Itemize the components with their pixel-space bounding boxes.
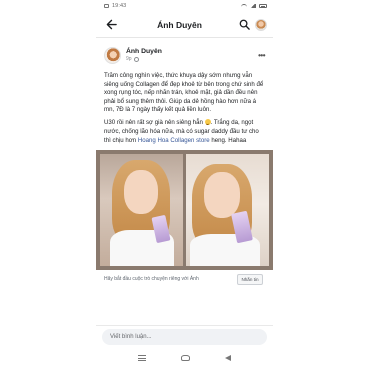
menu-icon[interactable] <box>137 355 146 361</box>
face-left <box>124 169 158 214</box>
search-icon[interactable] <box>237 18 251 32</box>
face-right <box>204 171 240 218</box>
signal-icon <box>250 4 256 8</box>
page-title: Ánh Duyên <box>157 19 202 30</box>
post-photo[interactable] <box>96 149 273 270</box>
status-right <box>241 4 267 8</box>
system-nav-bar <box>96 350 273 366</box>
post-time[interactable]: 9p <box>126 56 132 62</box>
post-paragraph-1: Trăm công nghìn việc, thức khuya dậy sớm… <box>104 72 264 114</box>
status-left: 19:43 <box>104 3 126 9</box>
post-paragraph-2-end: heng. Hahaa <box>209 136 247 144</box>
comment-bar: Viết bình luận... <box>96 325 273 347</box>
back-arrow-icon[interactable] <box>104 18 118 32</box>
back-icon[interactable] <box>225 355 232 361</box>
post-header: Ánh Duyên 9p ••• <box>104 44 265 66</box>
author-meta: Ánh Duyên 9p <box>126 48 258 62</box>
battery-icon <box>259 4 267 8</box>
post-text: Trăm công nghìn việc, thức khuya dậy sớm… <box>104 72 265 145</box>
status-time: 19:43 <box>112 3 127 9</box>
post-time-row: 9p <box>126 56 258 62</box>
message-cta: Hãy bắt đầu cuộc trò chuyện riêng với Án… <box>104 273 265 285</box>
photo-left <box>100 153 183 266</box>
cta-text: Hãy bắt đầu cuộc trò chuyện riêng với Án… <box>104 276 199 283</box>
author-avatar[interactable] <box>104 46 121 64</box>
send-message-button[interactable]: Nhắn tin <box>237 273 263 285</box>
photo-right <box>186 153 269 266</box>
globe-icon <box>133 56 139 62</box>
home-icon[interactable] <box>180 355 190 361</box>
phone-screen: 19:43 Ánh Duyên Ánh Duyên 9p ••• Trăm cô… <box>96 0 273 369</box>
wifi-icon <box>241 4 247 8</box>
status-bar: 19:43 <box>96 0 273 12</box>
author-name[interactable]: Ánh Duyên <box>126 48 258 55</box>
profile-avatar[interactable] <box>255 18 267 31</box>
page-link[interactable]: Hoang Hoa Collagen store <box>138 137 210 144</box>
app-header: Ánh Duyên <box>96 12 273 38</box>
comment-input[interactable]: Viết bình luận... <box>102 328 267 345</box>
more-options-icon[interactable]: ••• <box>258 51 265 60</box>
post-paragraph-2: U30 rồi nên rất sợ già nên siêng hẳn . T… <box>104 119 265 145</box>
notification-icon <box>104 4 109 8</box>
post-paragraph-2-start: U30 rồi nên rất sợ già nên siêng hẳn <box>104 119 205 127</box>
post-card: Ánh Duyên 9p ••• Trăm công nghìn việc, t… <box>96 38 273 285</box>
